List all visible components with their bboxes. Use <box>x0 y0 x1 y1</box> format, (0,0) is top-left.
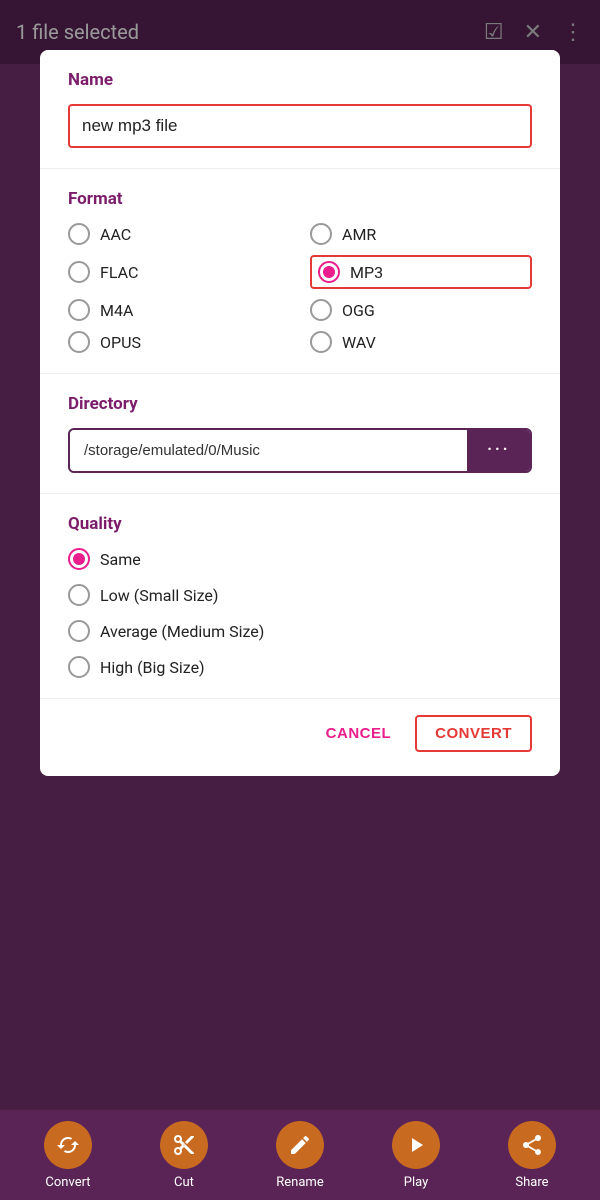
format-label-amr: AMR <box>342 225 376 244</box>
toolbar-item-share[interactable]: Share <box>508 1121 556 1190</box>
radio-ogg <box>310 299 332 321</box>
quality-option-same[interactable]: Same <box>68 548 532 570</box>
format-label-aac: AAC <box>100 225 131 244</box>
share-icon <box>520 1133 544 1157</box>
quality-label-average: Average (Medium Size) <box>100 622 264 641</box>
radio-low <box>68 584 90 606</box>
radio-opus <box>68 331 90 353</box>
format-label-mp3: MP3 <box>350 263 383 282</box>
radio-amr <box>310 223 332 245</box>
format-label-opus: OPUS <box>100 333 141 352</box>
convert-button[interactable]: CONVERT <box>415 715 532 752</box>
format-label-m4a: M4A <box>100 301 133 320</box>
quality-list: Same Low (Small Size) Average (Medium Si… <box>68 548 532 678</box>
modal-overlay: Name Format AAC AMR FLAC <box>0 0 600 1200</box>
toolbar-item-rename[interactable]: Rename <box>276 1121 324 1190</box>
name-section: Name <box>40 50 560 169</box>
directory-section: Directory ··· <box>40 374 560 494</box>
radio-wav <box>310 331 332 353</box>
radio-flac <box>68 261 90 283</box>
convert-icon <box>56 1133 80 1157</box>
radio-m4a <box>68 299 90 321</box>
bottom-toolbar: Convert Cut Rename Play <box>0 1110 600 1200</box>
format-option-mp3[interactable]: MP3 <box>310 255 532 289</box>
quality-label-low: Low (Small Size) <box>100 586 218 605</box>
format-option-ogg[interactable]: OGG <box>310 299 532 321</box>
quality-section: Quality Same Low (Small Size) Average (M… <box>40 494 560 699</box>
format-label: Format <box>68 189 532 209</box>
quality-label-high: High (Big Size) <box>100 658 205 677</box>
quality-option-high[interactable]: High (Big Size) <box>68 656 532 678</box>
cut-icon <box>172 1133 196 1157</box>
format-option-opus[interactable]: OPUS <box>68 331 290 353</box>
name-input[interactable] <box>68 104 532 148</box>
toolbar-label-cut: Cut <box>174 1175 194 1190</box>
format-label-wav: WAV <box>342 333 376 352</box>
directory-row: ··· <box>68 428 532 473</box>
format-grid: AAC AMR FLAC MP3 <box>68 223 532 353</box>
convert-icon-circle <box>44 1121 92 1169</box>
directory-label: Directory <box>68 394 532 414</box>
toolbar-label-rename: Rename <box>276 1175 323 1190</box>
convert-dialog: Name Format AAC AMR FLAC <box>40 50 560 776</box>
toolbar-label-play: Play <box>404 1175 429 1190</box>
directory-path-input[interactable] <box>70 430 467 471</box>
radio-same <box>68 548 90 570</box>
quality-option-average[interactable]: Average (Medium Size) <box>68 620 532 642</box>
toolbar-label-share: Share <box>515 1175 548 1190</box>
format-option-amr[interactable]: AMR <box>310 223 532 245</box>
toolbar-item-play[interactable]: Play <box>392 1121 440 1190</box>
format-option-m4a[interactable]: M4A <box>68 299 290 321</box>
format-option-flac[interactable]: FLAC <box>68 255 290 289</box>
cancel-button[interactable]: CANCEL <box>326 725 392 742</box>
quality-label-same: Same <box>100 550 141 569</box>
format-section: Format AAC AMR FLAC <box>40 169 560 374</box>
directory-browse-button[interactable]: ··· <box>467 430 530 471</box>
quality-label: Quality <box>68 514 532 534</box>
toolbar-item-convert[interactable]: Convert <box>44 1121 92 1190</box>
cut-icon-circle <box>160 1121 208 1169</box>
radio-high <box>68 656 90 678</box>
play-icon <box>404 1133 428 1157</box>
radio-average <box>68 620 90 642</box>
format-label-flac: FLAC <box>100 263 138 282</box>
toolbar-item-cut[interactable]: Cut <box>160 1121 208 1190</box>
share-icon-circle <box>508 1121 556 1169</box>
format-label-ogg: OGG <box>342 301 375 320</box>
dialog-actions: CANCEL CONVERT <box>40 699 560 752</box>
radio-mp3 <box>318 261 340 283</box>
radio-aac <box>68 223 90 245</box>
browse-dots-icon: ··· <box>487 438 510 463</box>
rename-icon-circle <box>276 1121 324 1169</box>
format-option-wav[interactable]: WAV <box>310 331 532 353</box>
rename-icon <box>288 1133 312 1157</box>
name-label: Name <box>68 70 532 90</box>
play-icon-circle <box>392 1121 440 1169</box>
format-option-aac[interactable]: AAC <box>68 223 290 245</box>
toolbar-label-convert: Convert <box>45 1175 90 1190</box>
quality-option-low[interactable]: Low (Small Size) <box>68 584 532 606</box>
